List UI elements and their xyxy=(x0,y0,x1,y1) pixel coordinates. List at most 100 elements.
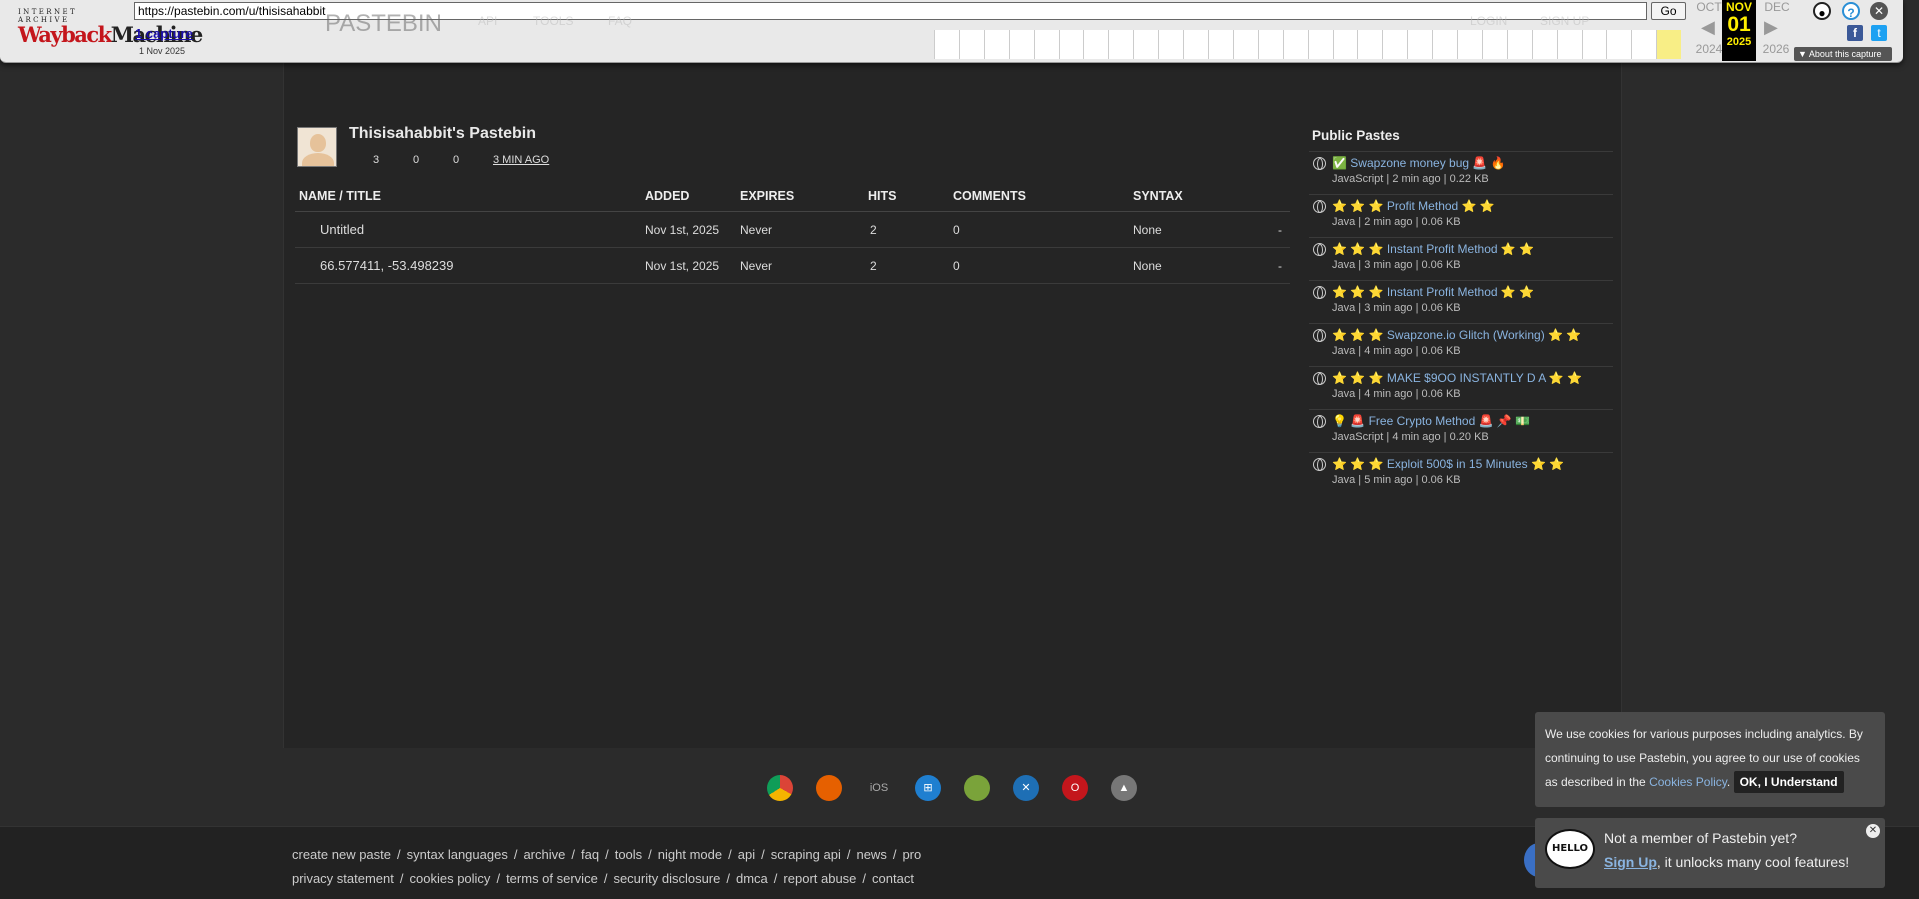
chrome-icon[interactable] xyxy=(767,775,793,801)
col-name[interactable]: NAME / TITLE xyxy=(299,184,381,208)
x-icon[interactable]: ✕ xyxy=(1013,775,1039,801)
next-month[interactable]: DEC xyxy=(1757,0,1797,14)
cookie-ok-button[interactable]: OK, I Understand xyxy=(1733,771,1844,793)
col-syntax[interactable]: SYNTAX xyxy=(1133,184,1183,208)
sparkline-cell[interactable] xyxy=(1506,30,1532,59)
col-comments[interactable]: COMMENTS xyxy=(953,184,1026,208)
footer-link[interactable]: security disclosure xyxy=(613,871,720,886)
paste-title-link[interactable]: Untitled xyxy=(320,212,364,248)
next-year[interactable]: 2026 xyxy=(1756,42,1796,56)
footer-links-row2: privacy statement / cookies policy / terms o… xyxy=(292,871,914,886)
twitter-icon[interactable]: t xyxy=(1871,25,1887,41)
sparkline-cell[interactable] xyxy=(1008,30,1034,59)
public-paste-link[interactable]: Instant Profit Method xyxy=(1387,242,1498,256)
sparkline-cell[interactable] xyxy=(1606,30,1632,59)
footer-link[interactable]: scraping api xyxy=(771,847,841,862)
sparkline-cell[interactable] xyxy=(958,30,984,59)
paste-expires: Never xyxy=(740,259,773,273)
sparkline-cell[interactable] xyxy=(1207,30,1233,59)
opera-icon[interactable]: O xyxy=(1062,775,1088,801)
footer-separator: / xyxy=(846,847,851,862)
footer-link[interactable]: cookies policy xyxy=(410,871,491,886)
public-paste-link[interactable]: Instant Profit Method xyxy=(1387,285,1498,299)
about-capture-button[interactable]: ▼ About this capture xyxy=(1794,47,1892,61)
paste-title-link[interactable]: 66.577411, -53.498239 xyxy=(320,248,454,284)
footer-link[interactable]: syntax languages xyxy=(407,847,508,862)
sparkline-cell[interactable] xyxy=(1407,30,1433,59)
page-title: Thisisahabbit's Pastebin xyxy=(349,125,536,142)
prev-arrow-icon[interactable]: ◀ xyxy=(1701,17,1715,38)
sparkline-cell[interactable] xyxy=(1332,30,1358,59)
sparkline-cell[interactable] xyxy=(1158,30,1184,59)
sparkline-cell[interactable] xyxy=(1531,30,1557,59)
footer-link[interactable]: news xyxy=(856,847,886,862)
footer-link[interactable]: api xyxy=(738,847,755,862)
sparkline-cell[interactable] xyxy=(1656,30,1682,59)
ios-icon[interactable]: iOS xyxy=(866,775,892,801)
public-paste-link[interactable]: Exploit 500$ in 15 Minutes xyxy=(1387,457,1528,471)
sparkline-cell[interactable] xyxy=(1282,30,1308,59)
footer-link[interactable]: terms of service xyxy=(506,871,598,886)
close-icon[interactable]: ✕ xyxy=(1870,2,1888,20)
paste-syntax-link[interactable]: None xyxy=(1133,212,1162,248)
signup-link[interactable]: Sign Up xyxy=(1604,854,1657,870)
sparkline-cell[interactable] xyxy=(934,30,959,59)
capture-date: 1 Nov 2025 xyxy=(139,46,186,56)
facebook-icon[interactable]: f xyxy=(1847,25,1863,41)
table-row: 66.577411, -53.498239 Nov 1st, 2025 Neve… xyxy=(295,248,1290,284)
footer-link[interactable]: dmca xyxy=(736,871,768,886)
sparkline-cell[interactable] xyxy=(1631,30,1657,59)
sparkline-cell[interactable] xyxy=(1432,30,1458,59)
paste-syntax-link[interactable]: None xyxy=(1133,248,1162,284)
firefox-icon[interactable] xyxy=(816,775,842,801)
wayback-logo[interactable]: INTERNET ARCHIVE WaybackMachine xyxy=(18,8,203,46)
linux-icon[interactable]: ▲ xyxy=(1111,775,1137,801)
public-paste-link[interactable]: Profit Method xyxy=(1387,199,1458,213)
capture-sparkline[interactable] xyxy=(934,30,1682,59)
footer-link[interactable]: faq xyxy=(581,847,599,862)
sparkline-cell[interactable] xyxy=(1307,30,1333,59)
sparkline-cell[interactable] xyxy=(1481,30,1507,59)
col-expires[interactable]: EXPIRES xyxy=(740,184,794,208)
footer-link[interactable]: tools xyxy=(615,847,642,862)
cookies-policy-link[interactable]: Cookies Policy xyxy=(1649,775,1727,789)
footer-link[interactable]: archive xyxy=(523,847,565,862)
windows-icon[interactable]: ⊞ xyxy=(915,775,941,801)
user-account-icon[interactable]: ● xyxy=(1813,2,1831,20)
help-icon[interactable]: ? xyxy=(1842,2,1860,20)
sparkline-cell[interactable] xyxy=(1058,30,1084,59)
next-arrow-icon[interactable]: ▶ xyxy=(1764,17,1778,38)
paste-title-line: ⭐ ⭐ ⭐ Exploit 500$ in 15 Minutes ⭐ ⭐ xyxy=(1332,457,1564,471)
footer-link[interactable]: night mode xyxy=(658,847,722,862)
footer-link[interactable]: privacy statement xyxy=(292,871,394,886)
sparkline-cell[interactable] xyxy=(1457,30,1482,59)
sparkline-cell[interactable] xyxy=(1257,30,1283,59)
sparkline-cell[interactable] xyxy=(1232,30,1258,59)
sparkline-cell[interactable] xyxy=(1033,30,1059,59)
sparkline-cell[interactable] xyxy=(1183,30,1208,59)
sparkline-cell[interactable] xyxy=(983,30,1009,59)
sparkline-cell[interactable] xyxy=(1581,30,1607,59)
sparkline-cell[interactable] xyxy=(1382,30,1408,59)
public-paste-link[interactable]: MAKE $9OO INSTANTLY D A xyxy=(1387,371,1546,385)
footer-link[interactable]: create new paste xyxy=(292,847,391,862)
public-paste-link[interactable]: Free Crypto Method xyxy=(1369,414,1476,428)
captures-link[interactable]: 1 capture xyxy=(135,26,193,41)
footer-link[interactable]: contact xyxy=(872,871,914,886)
col-hits[interactable]: HITS xyxy=(868,184,896,208)
sparkline-cell[interactable] xyxy=(1556,30,1582,59)
sparkline-cell[interactable] xyxy=(1357,30,1383,59)
title-prefix: ⭐ ⭐ ⭐ xyxy=(1332,371,1384,385)
footer-link[interactable]: pro xyxy=(902,847,921,862)
android-icon[interactable] xyxy=(964,775,990,801)
go-button[interactable]: Go xyxy=(1651,2,1686,20)
col-added[interactable]: ADDED xyxy=(645,184,689,208)
public-paste-link[interactable]: Swapzone.io Glitch (Working) xyxy=(1387,328,1545,342)
sparkline-cell[interactable] xyxy=(1133,30,1159,59)
title-suffix: ⭐ ⭐ xyxy=(1500,285,1535,299)
close-signup-icon[interactable]: ✕ xyxy=(1866,824,1880,838)
public-paste-link[interactable]: Swapzone money bug xyxy=(1350,156,1469,170)
footer-link[interactable]: report abuse xyxy=(783,871,856,886)
sparkline-cell[interactable] xyxy=(1108,30,1134,59)
sparkline-cell[interactable] xyxy=(1083,30,1109,59)
